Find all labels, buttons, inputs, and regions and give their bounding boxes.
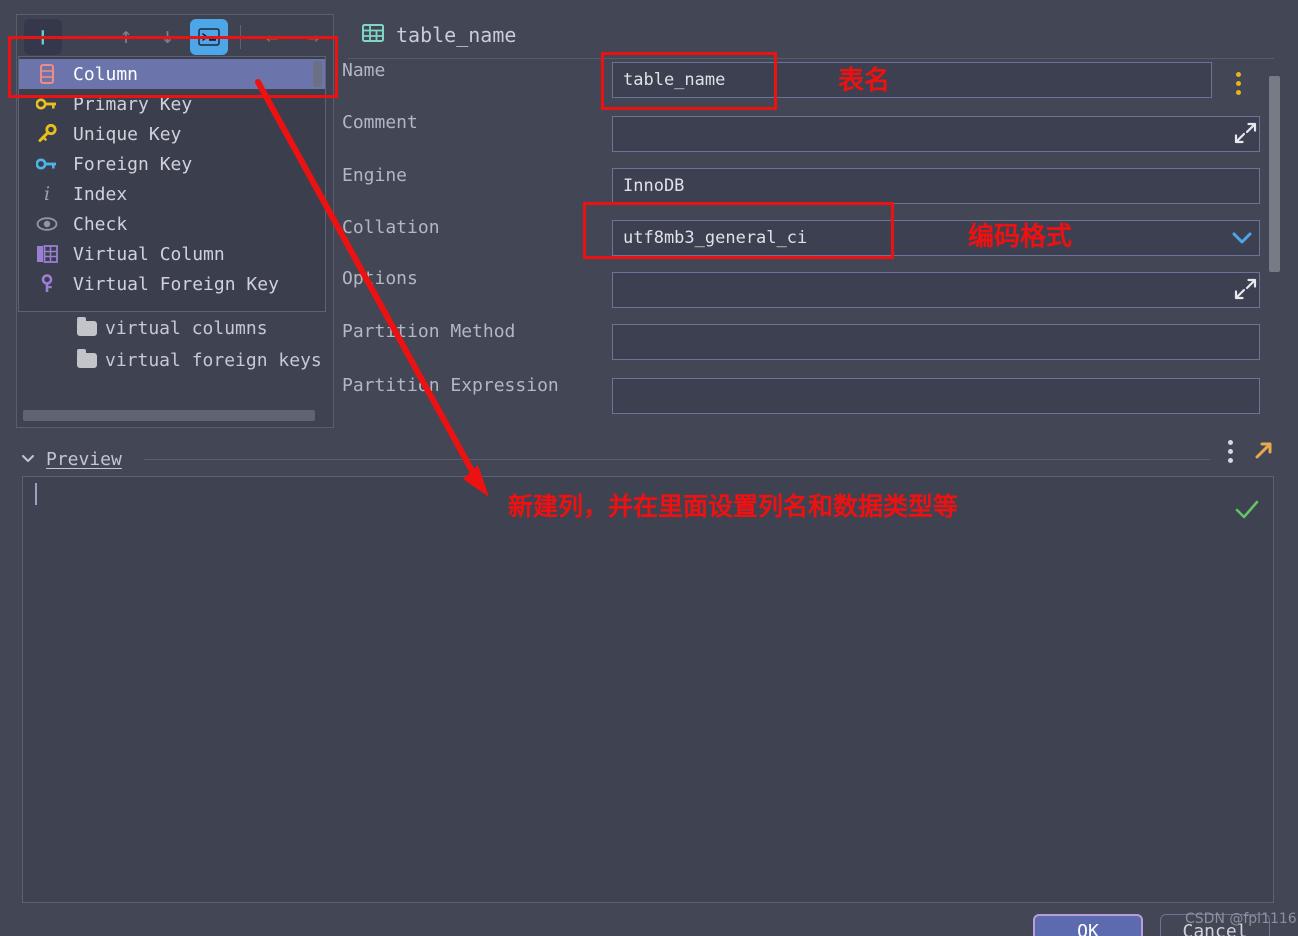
dropdown-item-primary-key[interactable]: Primary Key	[19, 89, 325, 119]
dropdown-item-label: Index	[73, 183, 128, 205]
dropdown-item-label: Virtual Column	[73, 243, 225, 265]
preview-collapse-chevron-down-icon[interactable]	[20, 450, 36, 469]
dropdown-item-label: Unique Key	[73, 123, 182, 145]
minus-icon: –	[77, 24, 91, 49]
collation-label: Collation	[342, 216, 440, 238]
name-input[interactable]: table_name	[612, 62, 1212, 98]
collation-select[interactable]: utf8mb3_general_ci	[612, 220, 1260, 256]
form-vertical-scrollbar[interactable]	[1269, 76, 1280, 272]
navigate-back-button[interactable]: ←	[253, 19, 291, 55]
primary-key-icon	[35, 96, 59, 112]
dropdown-item-foreign-key[interactable]: Foreign Key	[19, 149, 325, 179]
ok-button-label: OK	[1077, 920, 1099, 936]
virtual-column-icon	[35, 245, 59, 263]
dropdown-item-unique-key[interactable]: Unique Key	[19, 119, 325, 149]
toolbar-divider	[239, 25, 241, 49]
comment-input[interactable]	[612, 116, 1260, 152]
dropdown-item-column[interactable]: Column	[19, 59, 325, 89]
name-input-value: table_name	[623, 70, 726, 90]
plus-icon: +	[34, 20, 52, 53]
tree-item-virtual-columns[interactable]: virtual columns	[17, 313, 268, 343]
tree-horizontal-scrollbar[interactable]	[23, 410, 315, 421]
engine-input[interactable]: InnoDB	[612, 168, 1260, 204]
options-input[interactable]	[612, 272, 1260, 308]
tree-item-virtual-foreign-keys[interactable]: virtual foreign keys	[17, 345, 322, 375]
table-icon	[362, 23, 384, 47]
folder-icon	[77, 348, 97, 368]
dropdown-item-label: Check	[73, 213, 128, 235]
annotation-text-column: 新建列，并在里面设置列名和数据类型等	[508, 492, 959, 521]
dropdown-item-label: Foreign Key	[73, 153, 193, 175]
dropdown-item-label: Virtual Foreign Key	[73, 273, 279, 295]
check-eye-icon	[35, 217, 59, 231]
tree-item-label: virtual foreign keys	[105, 349, 322, 371]
preview-divider	[143, 458, 1210, 460]
folder-icon	[77, 316, 97, 336]
table-editor-dialog: virtual columns virtual foreign keys + –…	[0, 0, 1298, 936]
options-expand-icon[interactable]	[1232, 276, 1258, 306]
page-title: table_name	[396, 23, 517, 47]
add-object-dropdown[interactable]: Column Primary Key Unique Key Foreign Ke…	[18, 56, 326, 312]
preview-caret	[35, 483, 37, 505]
arrow-down-icon: ↓	[160, 24, 175, 49]
ok-button[interactable]: OK	[1033, 914, 1143, 936]
move-down-button[interactable]: ↓	[149, 19, 187, 55]
dropdown-item-check[interactable]: Check	[19, 209, 325, 239]
arrow-up-icon: ↑	[119, 24, 133, 49]
index-icon: i	[43, 183, 51, 205]
column-icon	[35, 64, 59, 84]
terminal-icon	[198, 28, 220, 46]
tree-item-label: virtual columns	[105, 317, 268, 339]
preview-label[interactable]: Preview	[46, 449, 122, 470]
preview-header: Preview	[20, 446, 1210, 472]
virtual-foreign-key-icon	[35, 274, 59, 294]
dropdown-item-virtual-column[interactable]: Virtual Column	[19, 239, 325, 269]
arrow-left-icon: ←	[265, 25, 278, 49]
collation-select-value: utf8mb3_general_ci	[623, 228, 808, 248]
options-label: Options	[342, 267, 418, 289]
collation-chevron-down-icon[interactable]	[1228, 226, 1256, 254]
title-divider	[348, 58, 1274, 59]
comment-label: Comment	[342, 111, 418, 133]
partition-method-label: Partition Method	[342, 320, 516, 342]
move-up-button[interactable]: ↑	[107, 19, 145, 55]
form-title-bar: table_name	[342, 14, 1282, 56]
remove-button[interactable]: –	[66, 19, 104, 55]
annotation-text-collation: 编码格式	[968, 222, 1073, 252]
foreign-key-icon	[35, 156, 59, 172]
dropdown-item-virtual-foreign-key[interactable]: Virtual Foreign Key	[19, 269, 325, 299]
dropdown-item-label: Primary Key	[73, 93, 193, 115]
engine-input-value: InnoDB	[623, 176, 685, 196]
dropdown-item-index[interactable]: i Index	[19, 179, 325, 209]
engine-label: Engine	[342, 164, 408, 186]
name-kebab-menu-icon[interactable]	[1236, 72, 1241, 95]
preview-open-external-icon[interactable]	[1252, 438, 1276, 466]
partition-expression-input[interactable]	[612, 378, 1260, 414]
navigate-forward-button[interactable]: →	[294, 19, 332, 55]
tree-toolbar: + – ↑ ↓ ← →	[18, 16, 332, 58]
preview-checkmark-icon	[1233, 497, 1261, 527]
watermark: CSDN @fpl1116	[1185, 911, 1297, 927]
add-button[interactable]: +	[24, 19, 62, 55]
unique-key-icon	[35, 124, 59, 144]
annotation-text-table-name: 表名	[838, 66, 891, 96]
preview-kebab-menu-icon[interactable]	[1228, 440, 1233, 463]
partition-method-input[interactable]	[612, 324, 1260, 360]
comment-expand-icon[interactable]	[1232, 120, 1258, 150]
name-label: Name	[342, 59, 386, 81]
dropdown-scrollbar[interactable]	[313, 61, 322, 87]
arrow-right-icon: →	[307, 25, 320, 49]
edit-source-button[interactable]	[190, 19, 228, 55]
preview-editor[interactable]	[22, 476, 1274, 903]
partition-expression-label: Partition Expression	[342, 374, 559, 396]
dropdown-item-label: Column	[73, 63, 139, 85]
